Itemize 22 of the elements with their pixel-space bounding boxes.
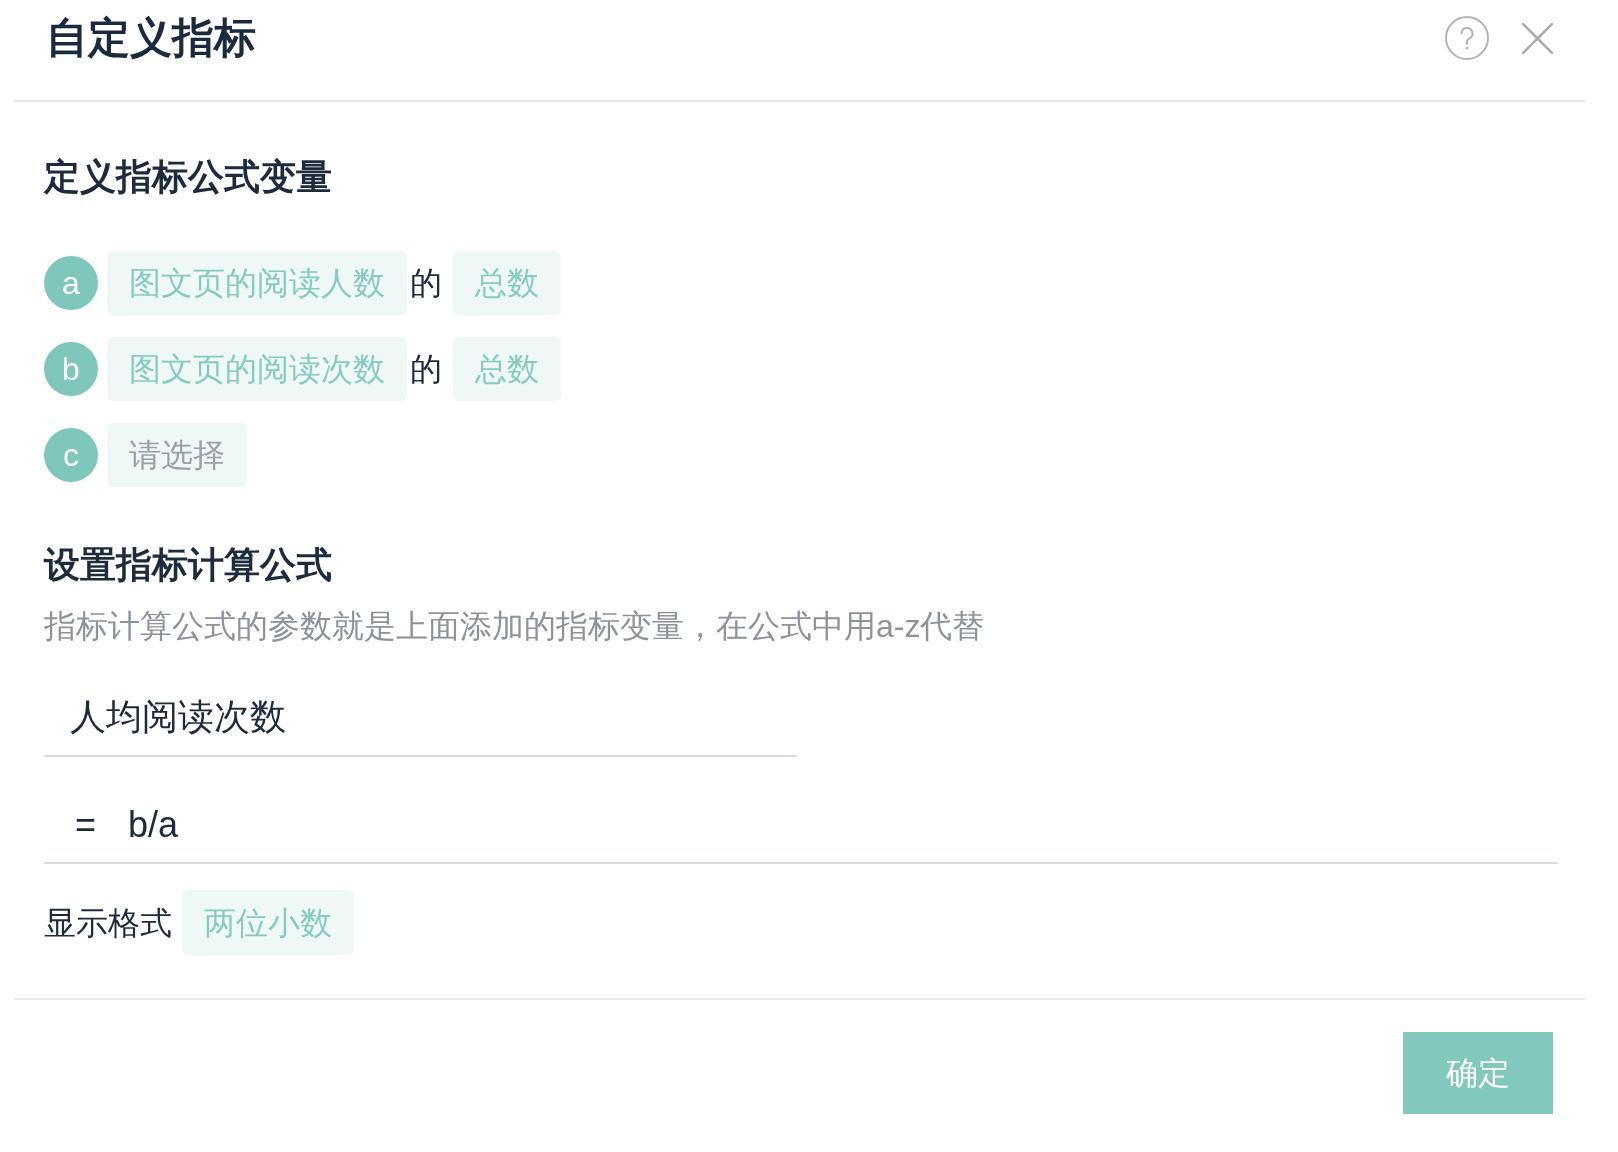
aggregation-select[interactable]: 总数 [453, 251, 561, 315]
aggregation-select[interactable]: 总数 [453, 337, 561, 401]
hint-text: 指标计算公式的参数就是上面添加的指标变量，在公式中用a-z代替 [44, 607, 985, 645]
variable-badge: a [44, 256, 98, 310]
close-icon[interactable] [1522, 22, 1553, 54]
metric-select[interactable]: 请选择 [107, 423, 247, 487]
name-input[interactable]: 人均阅读次数 [44, 680, 797, 757]
connector-text: 的 [410, 264, 442, 303]
formula-input[interactable]: b/a [128, 799, 1558, 850]
format-label: 显示格式 [44, 903, 172, 942]
confirm-button[interactable]: 确定 [1403, 1032, 1553, 1114]
metric-select[interactable]: 图文页的阅读人数 [107, 251, 407, 315]
section-title: 设置指标计算公式 [44, 545, 332, 585]
format-select[interactable]: 两位小数 [182, 890, 354, 955]
variable-badge: c [44, 428, 98, 482]
dialog-title: 自定义指标 [46, 14, 256, 62]
section-title: 定义指标公式变量 [44, 157, 332, 197]
connector-text: 的 [410, 350, 442, 389]
help-icon[interactable] [1445, 16, 1489, 60]
operator-text: = [75, 804, 97, 845]
variable-badge: b [44, 342, 98, 396]
metric-select[interactable]: 图文页的阅读次数 [107, 337, 407, 401]
